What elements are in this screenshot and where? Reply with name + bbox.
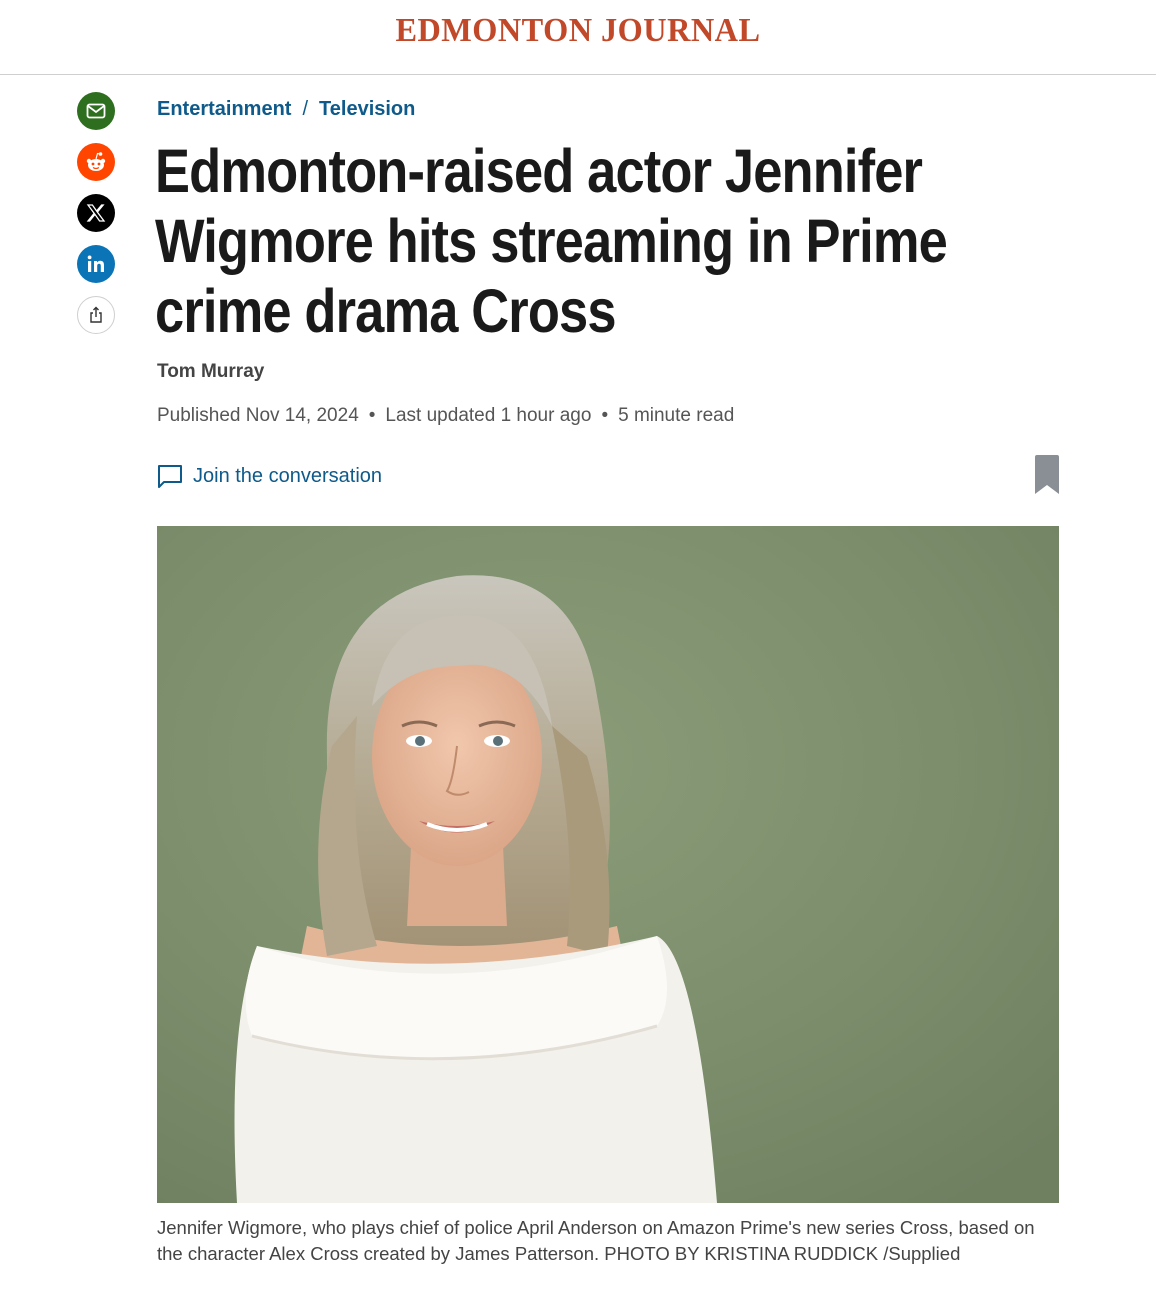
published-date: Published Nov 14, 2024: [157, 405, 359, 426]
share-reddit-button[interactable]: [77, 143, 115, 181]
article-photo[interactable]: [157, 526, 1059, 1203]
meta-separator: •: [601, 405, 609, 426]
site-logo[interactable]: Edmonton Journal: [29, 12, 1127, 50]
share-more-button[interactable]: [77, 296, 115, 334]
article-meta: Published Nov 14, 2024 • Last updated 1 ho…: [157, 405, 734, 427]
share-x-button[interactable]: [77, 194, 115, 232]
author-name[interactable]: Tom Murray: [157, 361, 264, 383]
email-icon: [86, 103, 106, 119]
breadcrumb-television-link[interactable]: Television: [319, 98, 415, 120]
last-updated: Last updated 1 hour ago: [385, 405, 592, 426]
reddit-icon: [86, 152, 106, 171]
breadcrumb-separator: /: [302, 98, 309, 120]
linkedin-icon: [87, 255, 104, 272]
masthead: Edmonton Journal: [0, 0, 1156, 75]
bookmark-icon: [1035, 455, 1059, 494]
share-icon: [90, 306, 102, 323]
join-conversation-link[interactable]: Join the conversation: [157, 463, 382, 489]
join-conversation-label: Join the conversation: [193, 464, 383, 487]
x-icon: [86, 204, 106, 222]
read-time: 5 minute read: [618, 405, 735, 426]
breadcrumb-entertainment-link[interactable]: Entertainment: [157, 98, 291, 120]
share-linkedin-button[interactable]: [77, 245, 115, 283]
breadcrumb: Entertainment / Television: [157, 98, 415, 121]
photo-caption: Jennifer Wigmore, who plays chief of pol…: [157, 1217, 1035, 1264]
portrait-image: [157, 526, 1059, 1203]
share-bar: [77, 92, 115, 347]
article-headline: Edmonton-raised actor Jennifer Wigmore h…: [155, 137, 948, 345]
bookmark-button[interactable]: [1034, 455, 1060, 495]
meta-separator: •: [368, 405, 376, 426]
comment-icon: [158, 465, 182, 488]
share-email-button[interactable]: [77, 92, 115, 130]
